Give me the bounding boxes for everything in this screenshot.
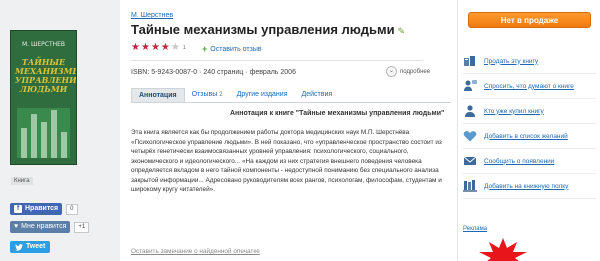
cover-author-text: М. ШЕРСТНЕВ [21,41,66,48]
bookshelf-icon [462,178,478,194]
book-title-text: Тайные механизмы управления людьми [131,22,395,37]
star-icon[interactable]: ★ [151,43,160,53]
vk-like-count: +1 [74,221,90,233]
tab-badge: 2 [219,92,223,98]
rating-count: 1 [182,45,186,51]
edit-pencil-icon[interactable]: ✎ [398,26,406,37]
tweet-label: Tweet [26,243,46,250]
book-meta: ISBN: 5-9243-0087-0 · 240 страниц · февр… [131,69,296,76]
more-details-label[interactable]: подробнее [400,69,430,75]
tab-label: Действия [301,91,333,98]
tab-label: Другие издания [236,91,288,98]
facebook-like-widget: f Нравится 0 [10,203,78,215]
advertisement-label[interactable]: Реклама [463,226,487,232]
sidebar-action-sell[interactable]: Продать эту книгу [462,49,596,74]
item-type-label: Книга [11,177,33,185]
sidebar-action-bookshelf[interactable]: Добавить на книжную полку [462,174,596,199]
annotation-heading: Аннотация к книге "Тайные механизмы упра… [230,110,445,117]
leave-review[interactable]: + Оставить отзыв [202,44,262,54]
new-badge-starburst-icon[interactable] [475,236,531,261]
cover-title-text: ТАЙНЫЕ МЕХАНИЗМЫ УПРАВЛЕНИЯ ЛЮДЬМИ [15,57,77,94]
ask-icon [462,78,478,94]
sidebar-action-label[interactable]: Спросить, что думают о книге [484,83,574,90]
sidebar-action-wishlist[interactable]: Добавить в список желаний [462,124,596,149]
tweet-button[interactable]: Tweet [10,241,51,253]
report-typo-link[interactable]: Оставить замечание о найденной опечатке [131,248,260,255]
meta-separator: · [245,69,248,76]
star-icon[interactable]: ★ [161,43,170,53]
sell-icon [462,53,478,69]
twitter-bird-icon [15,243,23,251]
notify-mail-icon [462,153,478,169]
vk-like-widget: ♥ Мне нравится +1 [10,221,90,233]
divider [131,60,423,61]
not-for-sale-button[interactable]: Нет в продаже [468,12,591,28]
meta-separator: · [199,69,202,76]
tabs-divider [131,102,451,103]
twitter-widget: Tweet [10,241,51,253]
buyers-icon [462,103,478,119]
sidebar-action-ask[interactable]: Спросить, что думают о книге [462,74,596,99]
tab-label: Отзывы [191,91,218,98]
facebook-like-label: Нравится [25,205,59,212]
leave-review-link[interactable]: Оставить отзыв [210,46,261,53]
cover-illustration [17,108,70,158]
publish-date-text: февраль 2006 [249,69,296,76]
isbn-text: ISBN: 5-9243-0087-0 [131,69,198,76]
sidebar-actions: Продать эту книгу Спросить, что думают о… [462,49,596,199]
annotation-text: Эта книга является как бы продолжением р… [131,129,442,193]
star-icon[interactable]: ★ [141,43,150,53]
vk-like-label: Мне нравится [21,223,67,230]
rating-stars[interactable]: ★ ★ ★ ★ ★ 1 [131,43,186,53]
sidebar-action-label[interactable]: Добавить в список желаний [484,133,568,140]
star-icon[interactable]: ★ [131,43,140,53]
more-details-toggle[interactable]: ⌄ подробнее [386,66,430,77]
tab-actions[interactable]: Действия [295,88,340,102]
sidebar-action-label[interactable]: Добавить на книжную полку [484,183,568,190]
book-cover-image[interactable]: М. ШЕРСТНЕВ ТАЙНЫЕ МЕХАНИЗМЫ УПРАВЛЕНИЯ … [10,30,77,165]
facebook-like-button[interactable]: f Нравится [10,203,63,215]
author-link[interactable]: М. Шерстнев [131,12,173,19]
vk-heart-icon: ♥ [14,223,19,230]
plus-icon: + [202,44,208,54]
book-title: Тайные механизмы управления людьми ✎ [131,22,405,37]
sidebar-action-label[interactable]: Кто уже купил книгу [484,108,544,115]
book-tabs: Аннотация Отзывы 2 Другие издания Действи… [131,88,339,102]
sidebar-action-notify[interactable]: Сообщить о появлении [462,149,596,174]
sidebar-action-buyers[interactable]: Кто уже купил книгу [462,99,596,124]
facebook-like-count: 0 [66,203,78,215]
wishlist-heart-icon [462,128,478,144]
star-empty-icon[interactable]: ★ [171,43,180,53]
sidebar-action-label[interactable]: Сообщить о появлении [484,158,554,165]
pages-text: 240 страниц [203,69,244,76]
tab-other-editions[interactable]: Другие издания [230,88,295,102]
tab-annotation[interactable]: Аннотация [131,88,185,102]
sidebar-action-label[interactable]: Продать эту книгу [484,58,538,65]
facebook-icon: f [14,205,22,213]
vk-like-button[interactable]: ♥ Мне нравится [10,221,71,233]
chevron-down-icon[interactable]: ⌄ [386,66,397,77]
tab-reviews[interactable]: Отзывы 2 [185,88,230,102]
tab-label: Аннотация [139,92,177,99]
